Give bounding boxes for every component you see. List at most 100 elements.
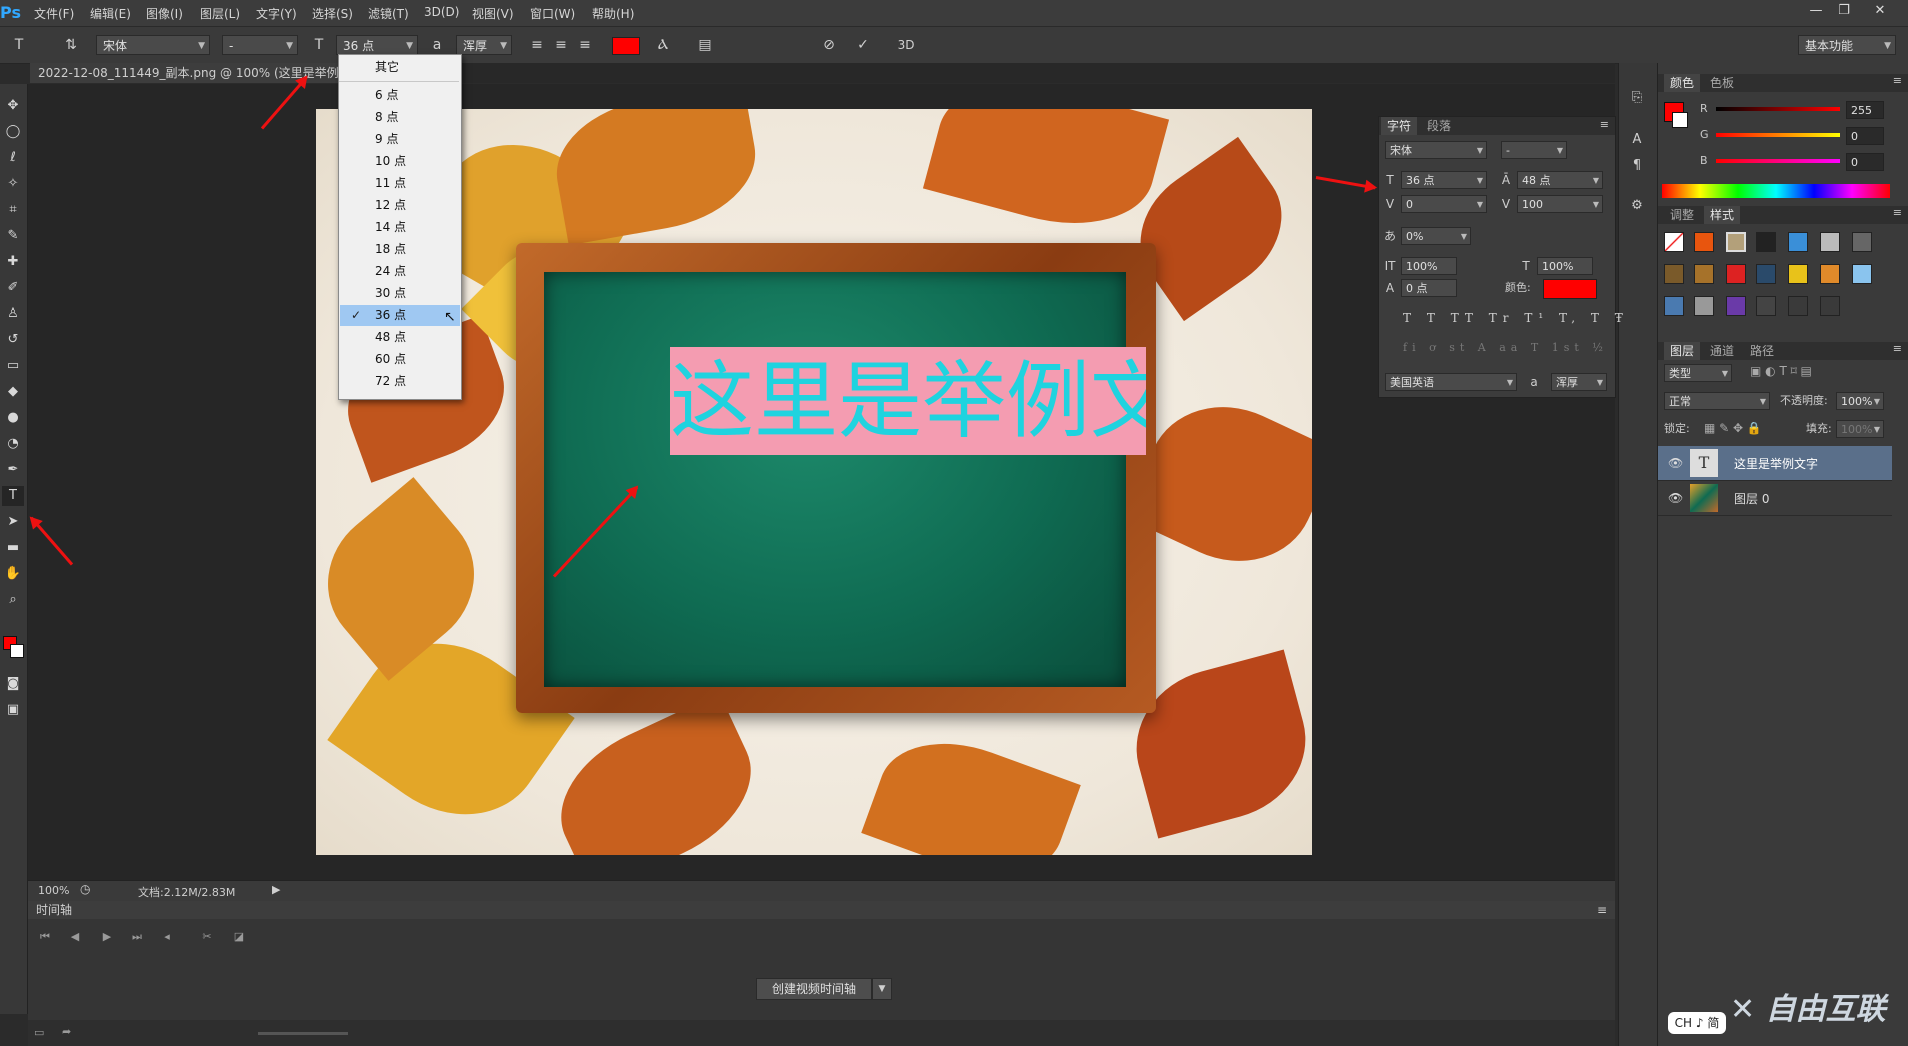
small-caps-button[interactable]: Tr xyxy=(1489,311,1515,325)
red-slider[interactable] xyxy=(1716,107,1840,111)
tab-adjustments[interactable]: 调整 xyxy=(1664,206,1700,224)
paragraph-panel-icon[interactable]: ¶ xyxy=(1627,156,1647,176)
layer-filter-select[interactable]: 类型 ▼ xyxy=(1664,364,1732,382)
faux-style-buttons[interactable]: T T TT Tr T¹ T, T Ŧ xyxy=(1403,311,1623,329)
render-icon[interactable]: ➦ xyxy=(62,1025,71,1038)
blue-slider[interactable] xyxy=(1716,159,1840,163)
layer-row-image[interactable]: 👁 图层 0 xyxy=(1658,481,1892,516)
tool-presets-icon[interactable]: ⚙ xyxy=(1627,196,1647,216)
layer-name[interactable]: 图层 0 xyxy=(1734,490,1769,507)
tab-layers[interactable]: 图层 xyxy=(1664,342,1701,360)
create-video-timeline-button[interactable]: 创建视频时间轴 xyxy=(756,978,872,1000)
style-swatch[interactable] xyxy=(1726,296,1746,316)
style-swatch[interactable] xyxy=(1852,232,1872,252)
close-button[interactable]: ✕ xyxy=(1868,2,1892,20)
dropdown-item-size[interactable]: 8 点 xyxy=(340,107,460,128)
zoom-level[interactable]: 100% xyxy=(38,884,69,897)
eyedropper-tool-icon[interactable]: ✎ xyxy=(2,226,24,246)
dropdown-item-size[interactable]: 11 点 xyxy=(340,173,460,194)
menu-3d[interactable]: 3D(D) xyxy=(424,5,459,19)
superscript-button[interactable]: T¹ xyxy=(1524,311,1549,325)
menu-window[interactable]: 窗口(W) xyxy=(530,5,575,22)
dropdown-item-size[interactable]: 30 点 xyxy=(340,283,460,304)
blur-tool-icon[interactable]: ● xyxy=(2,408,24,428)
marquee-tool-icon[interactable]: ◯ xyxy=(2,122,24,142)
char-font-family-select[interactable]: 宋体 ▼ xyxy=(1385,141,1487,159)
dodge-tool-icon[interactable]: ◔ xyxy=(2,434,24,454)
faux-italic-button[interactable]: T xyxy=(1427,311,1441,325)
text-layer-selection[interactable]: 这里是举例文字 xyxy=(670,347,1146,455)
dropdown-item-size[interactable]: 48 点 xyxy=(340,327,460,348)
workspace-select[interactable]: 基本功能 ▼ xyxy=(1798,35,1896,55)
split-scissors-icon[interactable]: ✂ xyxy=(196,928,218,946)
ime-indicator[interactable]: CH ♪ 简 xyxy=(1668,1012,1726,1034)
font-style-select[interactable]: - ▼ xyxy=(222,35,298,55)
eraser-tool-icon[interactable]: ▭ xyxy=(2,356,24,376)
hand-tool-icon[interactable]: ✋ xyxy=(2,564,24,584)
document-tab[interactable]: 2022-12-08_111449_副本.png @ 100% (这里是举例文字 xyxy=(30,63,371,83)
char-size-field[interactable]: 36 点 ▼ xyxy=(1401,171,1487,189)
convert-frames-icon[interactable]: ▭ xyxy=(34,1026,44,1039)
pen-tool-icon[interactable]: ✒ xyxy=(2,460,24,480)
dropdown-item-size[interactable]: 10 点 xyxy=(340,151,460,172)
status-menu-arrow-icon[interactable]: ▶ xyxy=(272,883,280,896)
discretionary-ligature-button[interactable]: ơ xyxy=(1429,341,1441,354)
lasso-tool-icon[interactable]: ℓ xyxy=(2,148,24,168)
subscript-button[interactable]: T, xyxy=(1559,311,1581,325)
all-caps-button[interactable]: TT xyxy=(1451,311,1479,325)
filter-pixel-icon[interactable]: ▣ ◐ T ⌑ ▤ xyxy=(1750,364,1812,378)
menu-layer[interactable]: 图层(L) xyxy=(200,5,240,22)
fractions-button[interactable]: ½ xyxy=(1592,341,1608,354)
char-language-select[interactable]: 美国英语 ▼ xyxy=(1385,373,1517,391)
char-leading-field[interactable]: 48 点 ▼ xyxy=(1517,171,1603,189)
style-none-swatch[interactable] xyxy=(1664,232,1684,252)
3d-button[interactable]: 3D xyxy=(892,34,920,56)
character-panel-icon[interactable]: ▤ xyxy=(694,34,716,56)
style-swatch[interactable] xyxy=(1788,264,1808,284)
menu-help[interactable]: 帮助(H) xyxy=(592,5,634,22)
layer-row-text[interactable]: 👁 T 这里是举例文字 xyxy=(1658,446,1892,481)
char-vscale-field[interactable]: 100% xyxy=(1401,257,1457,275)
menu-filter[interactable]: 滤镜(T) xyxy=(368,5,409,22)
char-font-style-select[interactable]: - ▼ xyxy=(1501,141,1567,159)
cancel-icon[interactable]: ⊘ xyxy=(818,34,840,56)
screen-mode-icon[interactable]: ▣ xyxy=(2,700,24,720)
go-first-frame-icon[interactable]: ⏮ xyxy=(34,928,56,946)
style-swatch[interactable] xyxy=(1694,232,1714,252)
tab-channels[interactable]: 通道 xyxy=(1704,342,1740,360)
audio-icon[interactable]: ◂ xyxy=(156,928,178,946)
color-spectrum-ramp[interactable] xyxy=(1662,184,1890,198)
dropdown-item-size-selected[interactable]: ✓ 36 点 ↖ xyxy=(340,305,460,326)
red-value[interactable]: 255 xyxy=(1846,101,1884,119)
align-center-icon[interactable]: ≡ xyxy=(550,34,572,56)
create-timeline-dropdown-icon[interactable]: ▼ xyxy=(872,978,892,1000)
background-color-swatch[interactable] xyxy=(1672,112,1688,128)
dropdown-item-size[interactable]: 24 点 xyxy=(340,261,460,282)
align-left-icon[interactable]: ≡ xyxy=(526,34,548,56)
lock-icons[interactable]: ▦ ✎ ✥ 🔒 xyxy=(1704,421,1762,435)
style-swatch[interactable] xyxy=(1852,264,1872,284)
style-swatch[interactable] xyxy=(1820,232,1840,252)
panel-menu-icon[interactable]: ≡ xyxy=(1893,342,1902,355)
magic-wand-tool-icon[interactable]: ✧ xyxy=(2,174,24,194)
layer-name[interactable]: 这里是举例文字 xyxy=(1734,455,1818,472)
dropdown-item-size[interactable]: 18 点 xyxy=(340,239,460,260)
play-icon[interactable]: ▶ xyxy=(96,928,118,946)
tab-character[interactable]: 字符 xyxy=(1381,117,1418,135)
dropdown-item-size[interactable]: 12 点 xyxy=(340,195,460,216)
next-frame-icon[interactable]: ⏭ xyxy=(126,928,148,946)
style-swatch[interactable] xyxy=(1820,264,1840,284)
quick-mask-icon[interactable]: ◙ xyxy=(2,674,24,694)
stamp-tool-icon[interactable]: ♙ xyxy=(2,304,24,324)
strikethrough-button[interactable]: Ŧ xyxy=(1615,311,1629,325)
minimize-button[interactable]: — xyxy=(1804,2,1828,20)
type-tool-preset-icon[interactable]: T xyxy=(8,34,30,56)
faux-bold-button[interactable]: T xyxy=(1403,311,1417,325)
char-anti-alias-select[interactable]: 浑厚 ▼ xyxy=(1551,373,1607,391)
contextual-alternates-button[interactable]: st xyxy=(1449,341,1469,354)
style-swatch[interactable] xyxy=(1726,264,1746,284)
menu-type[interactable]: 文字(Y) xyxy=(256,5,297,22)
anti-alias-select[interactable]: 浑厚 ▼ xyxy=(456,35,512,55)
style-swatch[interactable] xyxy=(1726,232,1746,252)
style-swatch[interactable] xyxy=(1664,296,1684,316)
